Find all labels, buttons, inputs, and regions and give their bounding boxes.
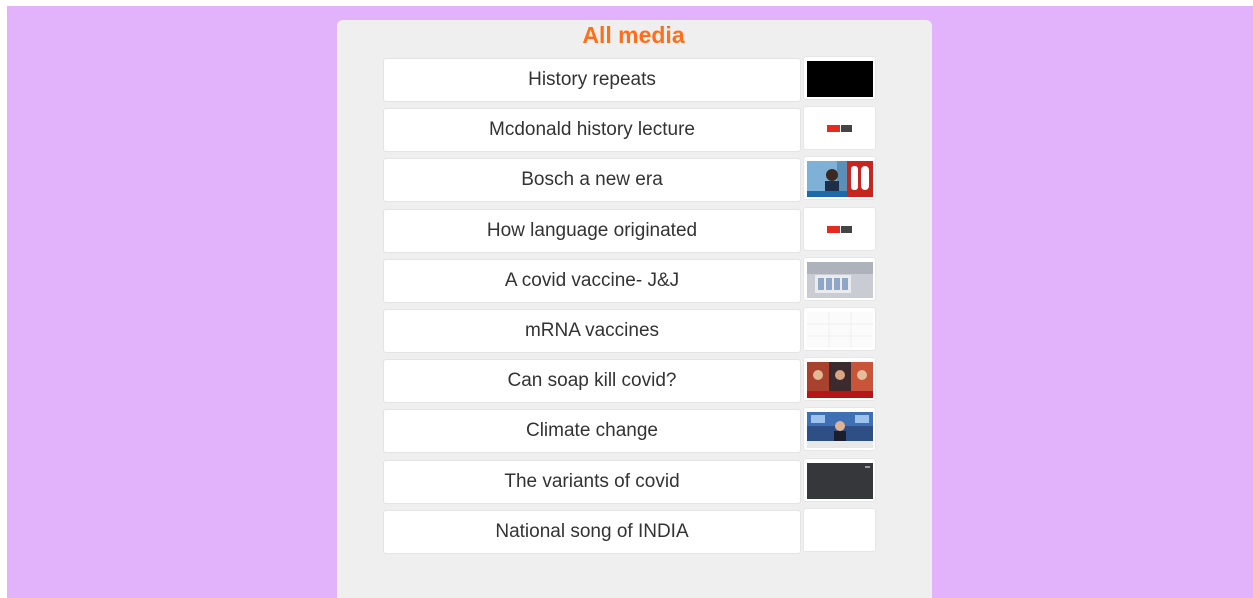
newsroom-thumbnail [807,412,873,449]
faint-grid-thumbnail [807,311,873,348]
ted-ed-thumbnail [807,111,873,148]
media-title[interactable]: Bosch a new era [383,158,801,203]
ted-ed-thumbnail [807,211,873,248]
media-title[interactable]: How language originated [383,208,801,253]
media-thumbnail[interactable] [803,206,876,251]
media-title[interactable]: The variants of covid [383,459,801,504]
media-title[interactable]: A covid vaccine- J&J [383,258,801,303]
media-item[interactable]: Climate change [383,407,883,455]
media-thumbnail[interactable] [803,407,876,452]
media-title[interactable]: Can soap kill covid? [383,359,801,404]
media-item[interactable]: Bosch a new era [383,156,883,204]
media-title[interactable]: History repeats [383,58,801,102]
media-title[interactable]: Mcdonald history lecture [383,108,801,153]
all-media-panel: All media History repeats Mcdonald histo… [337,20,932,598]
media-item[interactable]: How language originated [383,206,883,255]
media-thumbnail[interactable] [803,56,876,100]
news-panel-thumbnail [807,362,873,399]
page-title: All media [582,22,685,48]
black-video-thumbnail [807,61,873,97]
media-item[interactable]: History repeats [383,56,883,104]
news-anchor-thumbnail [807,161,873,198]
media-item[interactable]: A covid vaccine- J&J [383,256,883,305]
media-thumbnail[interactable] [803,106,876,151]
media-thumbnail[interactable] [803,256,876,301]
media-item[interactable]: Can soap kill covid? [383,357,883,405]
media-title[interactable]: National song of INDIA [383,509,801,554]
media-thumbnail[interactable] [803,306,876,351]
dark-video-thumbnail [807,462,873,499]
media-title[interactable]: Climate change [383,409,801,454]
media-thumbnail[interactable] [803,457,876,502]
media-list: History repeats Mcdonald history lecture [383,56,883,560]
media-item[interactable]: Mcdonald history lecture [383,106,883,154]
media-thumbnail[interactable] [803,357,876,402]
media-item[interactable]: mRNA vaccines [383,306,883,355]
media-thumbnail[interactable] [803,156,876,201]
media-item[interactable]: The variants of covid [383,457,883,506]
vaccine-vials-thumbnail [807,261,873,298]
media-thumbnail[interactable] [803,507,876,552]
media-item[interactable]: National song of INDIA [383,507,883,556]
media-title[interactable]: mRNA vaccines [383,308,801,353]
blank-thumbnail [807,512,873,549]
